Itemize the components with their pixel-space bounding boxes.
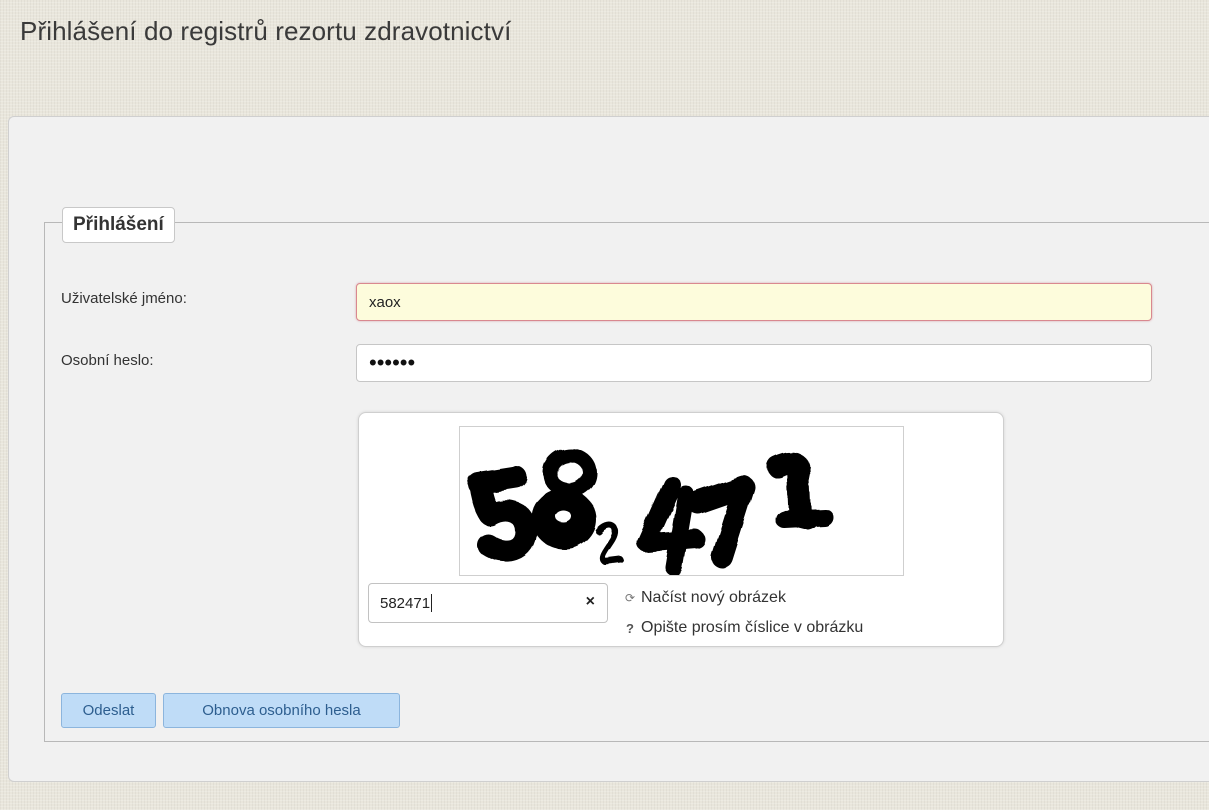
clear-icon[interactable]: × <box>586 593 595 611</box>
captcha-image <box>459 426 904 576</box>
captcha-box: 582471 × ⟳ Načíst nový obrázek ? Opište … <box>358 412 1004 647</box>
text-caret <box>431 594 433 612</box>
page-title: Přihlášení do registrů rezortu zdravotni… <box>20 16 512 46</box>
username-label: Uživatelské jméno: <box>61 290 187 307</box>
login-legend: Přihlášení <box>62 207 175 243</box>
reload-captcha-label: Načíst nový obrázek <box>641 589 786 606</box>
username-value: xaox <box>369 293 401 311</box>
captcha-digits-graphic <box>467 448 833 575</box>
username-input[interactable]: xaox <box>356 283 1152 321</box>
captcha-help-link[interactable]: ? Opište prosím číslice v obrázku <box>623 619 863 637</box>
reset-password-button[interactable]: Obnova osobního hesla <box>163 693 400 728</box>
question-icon: ? <box>626 620 634 636</box>
reload-captcha-link[interactable]: ⟳ Načíst nový obrázek <box>623 589 786 607</box>
captcha-input[interactable]: 582471 × <box>368 583 608 623</box>
captcha-help-label: Opište prosím číslice v obrázku <box>641 619 864 636</box>
password-mask: •••••• <box>369 350 416 375</box>
password-input[interactable]: •••••• <box>356 344 1152 382</box>
password-label: Osobní heslo: <box>61 352 154 369</box>
captcha-input-value: 582471 <box>380 594 431 612</box>
refresh-icon: ⟳ <box>624 591 636 605</box>
submit-button[interactable]: Odeslat <box>61 693 156 728</box>
